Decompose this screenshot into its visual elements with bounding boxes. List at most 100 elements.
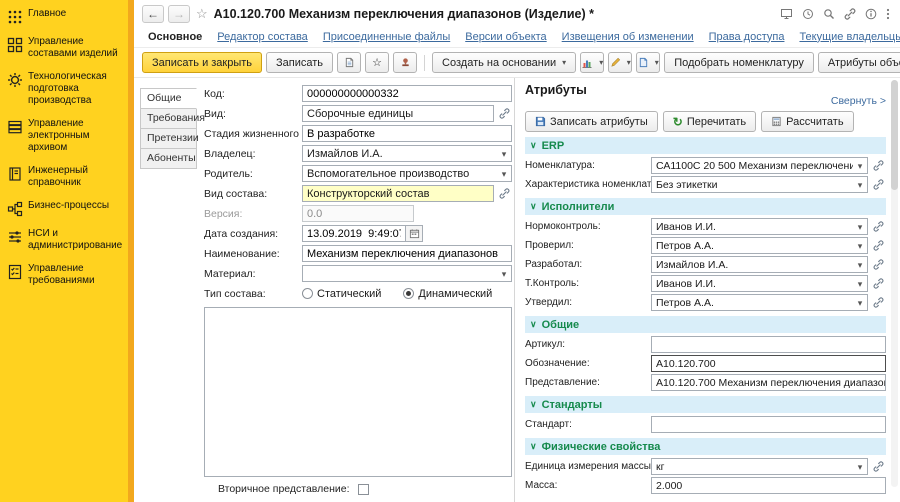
- tab-abonenty[interactable]: Абоненты: [140, 148, 197, 169]
- favorite-star-icon[interactable]: ☆: [196, 6, 208, 22]
- section-header-erp[interactable]: ∨ ERP: [525, 137, 886, 154]
- chevron-down-icon[interactable]: ▾: [497, 166, 511, 181]
- chevron-down-icon[interactable]: ▾: [853, 276, 867, 291]
- scrollbar-thumb[interactable]: [891, 80, 898, 190]
- object-attributes-button[interactable]: Атрибуты объектов: [818, 52, 900, 73]
- approved-by-field[interactable]: Петров А.А.▾: [651, 294, 868, 311]
- designation-field[interactable]: А10.120.700: [651, 355, 886, 372]
- section-header-physical[interactable]: ∨ Физические свойства: [525, 438, 886, 455]
- info-icon[interactable]: [865, 8, 877, 20]
- chevron-down-icon[interactable]: ▾: [853, 238, 867, 253]
- reread-button[interactable]: ↻Перечитать: [663, 111, 756, 132]
- chevron-down-icon[interactable]: ▾: [853, 257, 867, 272]
- reports-button[interactable]: ▾: [580, 52, 604, 73]
- sidebar-item-bom-management[interactable]: Управление составами изделий: [7, 36, 122, 60]
- open-link-icon[interactable]: [871, 240, 886, 251]
- forward-button[interactable]: →: [168, 5, 190, 23]
- sidebar-item-main[interactable]: Главное: [7, 8, 122, 25]
- code-input[interactable]: [302, 85, 512, 102]
- sidebar-item-engineering-reference[interactable]: Инженерный справочник: [7, 165, 122, 189]
- nomenclature-characteristic-field[interactable]: Без этикетки▾: [651, 176, 868, 193]
- back-button[interactable]: ←: [142, 5, 164, 23]
- monitor-icon[interactable]: [780, 8, 793, 20]
- calendar-icon[interactable]: [406, 225, 423, 242]
- tab-attached-files[interactable]: Присоединенные файлы: [323, 31, 450, 43]
- tcontrol-field[interactable]: Иванов И.И.▾: [651, 275, 868, 292]
- save-and-close-button[interactable]: Записать и закрыть: [142, 52, 262, 73]
- kind-field[interactable]: Сборочные единицы: [302, 105, 494, 122]
- creation-date-input[interactable]: [302, 225, 406, 242]
- search-icon[interactable]: [823, 8, 835, 20]
- normcontrol-field[interactable]: Иванов И.И.▾: [651, 218, 868, 235]
- edit-button[interactable]: ▾: [608, 52, 632, 73]
- create-based-on-button[interactable]: Создать на основании▾: [432, 52, 576, 73]
- bom-kind-field[interactable]: Конструкторский состав: [302, 185, 494, 202]
- print-forms-button[interactable]: ▾: [636, 52, 660, 73]
- developed-by-field[interactable]: Измайлов И.А.▾: [651, 256, 868, 273]
- chevron-down-icon[interactable]: ▾: [853, 219, 867, 234]
- open-link-icon[interactable]: [871, 278, 886, 289]
- parent-field[interactable]: Вспомогательное производство▾: [302, 165, 512, 182]
- tab-composition-editor[interactable]: Редактор состава: [217, 31, 308, 43]
- section-header-standards[interactable]: ∨ Стандарты: [525, 396, 886, 413]
- nomenclature-field[interactable]: СА1100С 20 500 Механизм переключения диа…: [651, 157, 868, 174]
- article-field[interactable]: [651, 336, 886, 353]
- section-header-common[interactable]: ∨ Общие: [525, 316, 886, 333]
- presentation-field[interactable]: А10.120.700 Механизм переключения диапаз…: [651, 374, 886, 391]
- post-document-button[interactable]: [337, 52, 361, 73]
- open-link-icon[interactable]: [497, 108, 512, 119]
- sidebar-item-tech-preparation[interactable]: Технологическая подготовка производства: [7, 71, 122, 107]
- checked-by-field[interactable]: Петров А.А.▾: [651, 237, 868, 254]
- mass-field[interactable]: 2.000: [651, 477, 886, 494]
- tab-osnovnoe[interactable]: Основное: [148, 31, 202, 43]
- attributes-scrollbar[interactable]: [891, 80, 898, 487]
- open-link-icon[interactable]: [871, 160, 886, 171]
- mass-unit-label: Единица измерения массы:: [525, 461, 651, 472]
- bom-type-radio-dynamic[interactable]: [403, 288, 414, 299]
- tab-access-rights[interactable]: Права доступа: [709, 31, 785, 43]
- owner-field[interactable]: Измайлов И.А.▾: [302, 145, 512, 162]
- open-link-icon[interactable]: [871, 221, 886, 232]
- stamp-button[interactable]: [393, 52, 417, 73]
- sidebar-item-nsi-administration[interactable]: НСИ и администрирование: [7, 228, 122, 252]
- open-link-icon[interactable]: [871, 297, 886, 308]
- radio-dot: [305, 291, 310, 296]
- tab-change-notices[interactable]: Извещения об изменении: [562, 31, 694, 43]
- name-input[interactable]: [302, 245, 512, 262]
- chevron-down-icon[interactable]: ▾: [853, 177, 867, 192]
- sidebar-item-business-processes[interactable]: Бизнес-процессы: [7, 200, 122, 217]
- sidebar-scrollbar[interactable]: [128, 0, 134, 502]
- material-field[interactable]: ▾: [302, 265, 512, 282]
- tab-trebovaniya[interactable]: Требования: [140, 108, 197, 129]
- tab-obshchie[interactable]: Общие: [140, 88, 197, 109]
- tab-current-owners[interactable]: Текущие владельцы объекта: [799, 31, 900, 43]
- chevron-down-icon[interactable]: ▾: [497, 266, 511, 281]
- calculate-button[interactable]: Рассчитать: [761, 111, 853, 132]
- chevron-down-icon[interactable]: ▾: [853, 295, 867, 310]
- link-icon[interactable]: [844, 8, 856, 20]
- favorites-button[interactable]: ☆: [365, 52, 389, 73]
- tab-object-versions[interactable]: Версии объекта: [465, 31, 546, 43]
- lifecycle-stage-input[interactable]: [302, 125, 512, 142]
- secondary-representation-checkbox[interactable]: [358, 484, 369, 495]
- mass-unit-field[interactable]: кг▾: [651, 458, 868, 475]
- sidebar-item-earchive[interactable]: Управление электронным архивом: [7, 118, 122, 154]
- kebab-menu-icon[interactable]: [886, 8, 890, 20]
- open-link-icon[interactable]: [871, 461, 886, 472]
- open-link-icon[interactable]: [497, 188, 512, 199]
- sidebar-item-requirements-management[interactable]: Управление требованиями: [7, 263, 122, 287]
- open-link-icon[interactable]: [871, 259, 886, 270]
- bom-type-radio-static[interactable]: [302, 288, 313, 299]
- pick-nomenclature-button[interactable]: Подобрать номенклатуру: [664, 52, 814, 73]
- tab-pretenzii[interactable]: Претензии: [140, 128, 197, 149]
- open-link-icon[interactable]: [871, 179, 886, 190]
- standard-field[interactable]: [651, 416, 886, 433]
- description-textarea[interactable]: [204, 307, 512, 477]
- chevron-down-icon[interactable]: ▾: [497, 146, 511, 161]
- section-header-executors[interactable]: ∨ Исполнители: [525, 198, 886, 215]
- chevron-down-icon[interactable]: ▾: [853, 459, 867, 474]
- history-clock-icon[interactable]: [802, 8, 814, 20]
- save-button[interactable]: Записать: [266, 52, 333, 73]
- chevron-down-icon[interactable]: ▾: [853, 158, 867, 173]
- write-attributes-button[interactable]: Записать атрибуты: [525, 111, 658, 132]
